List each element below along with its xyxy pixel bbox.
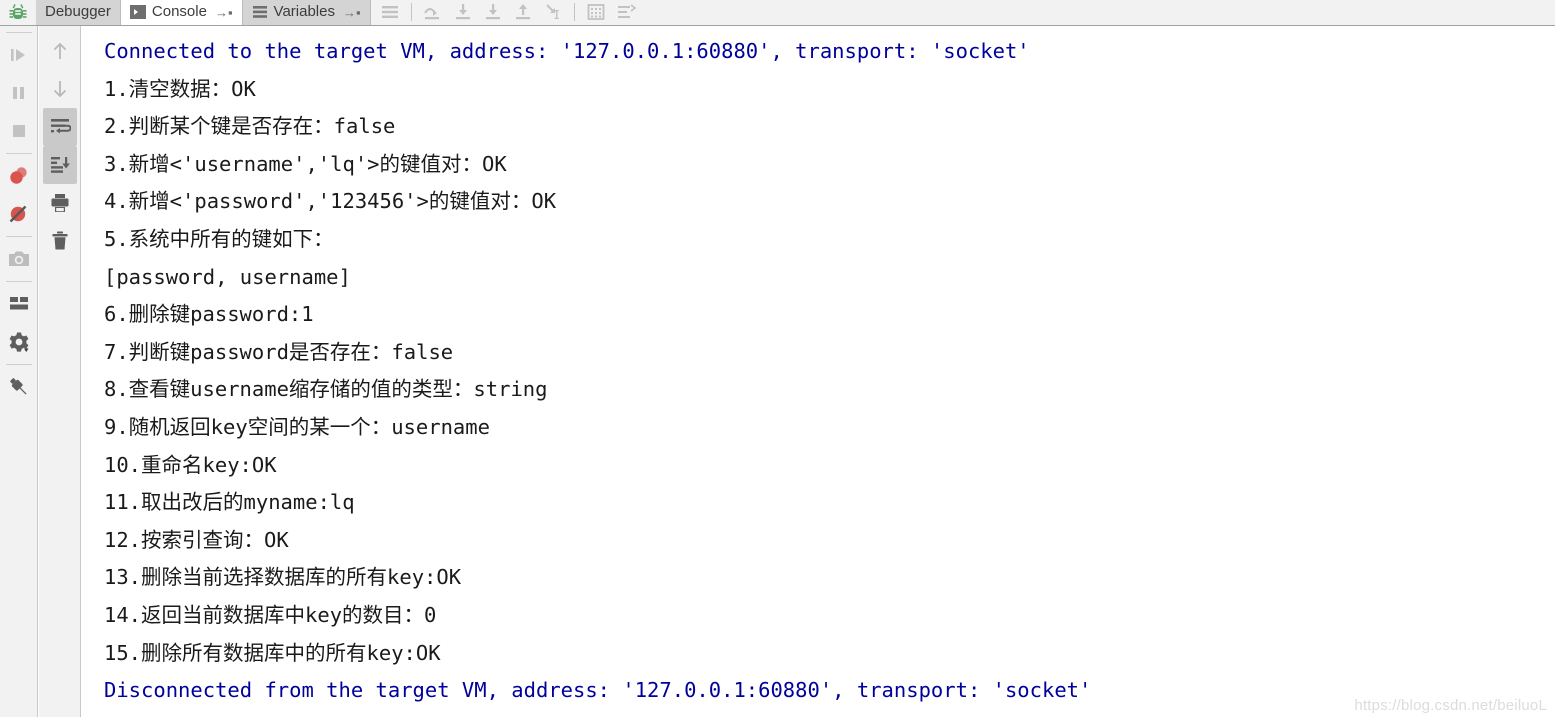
console-line: 5.系统中所有的键如下： (104, 226, 334, 251)
step-out-icon[interactable] (508, 0, 538, 25)
clear-all-button[interactable] (43, 222, 77, 260)
rail-divider-0 (5, 32, 32, 33)
soft-wrap-button[interactable] (42, 108, 77, 146)
rail-divider-4 (5, 364, 32, 365)
tab-variables[interactable]: Variables →▪ (242, 0, 371, 25)
tab-debugger[interactable]: Debugger (36, 0, 121, 25)
calculator-icon[interactable] (581, 0, 611, 25)
debugger-console-window: Debugger Console →▪ Variables →▪ Connect… (0, 0, 1555, 717)
console-line: 4.新增<'password','123456'>的键值对：OK (104, 189, 557, 214)
rail-divider-3 (5, 281, 32, 282)
force-step-into-icon[interactable] (478, 0, 508, 25)
tab-bar: Debugger Console →▪ Variables →▪ (0, 0, 1555, 26)
debugger-left-toolbar (0, 26, 38, 717)
console-output-panel[interactable]: Connected to the target VM, address: '12… (84, 27, 1555, 717)
console-line: 10.重命名key:OK (104, 452, 277, 477)
get-thread-dump-button[interactable] (2, 240, 36, 278)
tab-variables-pin-icon[interactable]: →▪ (343, 5, 361, 20)
console-line: Disconnected from the target VM, address… (104, 678, 1092, 703)
tab-variables-label: Variables (273, 3, 335, 20)
debugger-toolbar (374, 0, 1555, 25)
console-line: 12.按索引查询：OK (104, 527, 289, 552)
step-into-icon[interactable] (448, 0, 478, 25)
restore-layout-button[interactable] (2, 285, 36, 323)
bug-icon (0, 0, 36, 25)
rail-divider-2 (5, 236, 32, 237)
console-line: 3.新增<'username','lq'>的键值对：OK (104, 151, 507, 176)
toolbar-divider (410, 3, 412, 21)
mute-breakpoints-button[interactable] (2, 195, 36, 233)
console-line: 2.判断某个键是否存在：false (104, 114, 396, 139)
print-button[interactable] (43, 184, 77, 222)
tab-debugger-label: Debugger (45, 3, 111, 20)
hamburger-icon[interactable] (375, 0, 405, 25)
up-the-stack-trace-button[interactable] (43, 32, 77, 70)
step-over-icon[interactable] (418, 0, 448, 25)
console-line: 6.删除键password:1 (104, 302, 314, 327)
toolbar-divider-2 (573, 3, 575, 21)
run-to-cursor-icon[interactable] (538, 0, 568, 25)
scroll-to-end-button[interactable] (42, 146, 77, 184)
down-the-stack-trace-button[interactable] (43, 70, 77, 108)
view-breakpoints-button[interactable] (2, 157, 36, 195)
console-line: 11.取出改后的myname:lq (104, 490, 355, 515)
pause-program-button[interactable] (2, 74, 36, 112)
settings-button[interactable] (2, 323, 36, 361)
resume-program-button[interactable] (2, 36, 36, 74)
console-left-toolbar (39, 26, 81, 717)
pin-tab-button[interactable] (2, 368, 36, 406)
stop-button[interactable] (2, 112, 36, 150)
console-line: 15.删除所有数据库中的所有key:OK (104, 640, 441, 665)
variables-icon (252, 5, 268, 19)
console-line: 9.随机返回key空间的某一个：username (104, 414, 490, 439)
tab-console[interactable]: Console →▪ (120, 0, 243, 25)
console-line: 7.判断键password是否存在：false (104, 339, 454, 364)
console-line: Connected to the target VM, address: '12… (104, 39, 1030, 63)
rail-divider-1 (5, 153, 32, 154)
console-lines: Connected to the target VM, address: '12… (84, 27, 1555, 710)
console-line: 8.查看键username缩存储的值的类型：string (104, 377, 548, 402)
watermark: https://blog.csdn.net/beiluoL (1354, 697, 1547, 714)
console-line: 14.返回当前数据库中key的数目：0 (104, 602, 437, 627)
sort-icon[interactable] (611, 0, 641, 25)
tab-console-label: Console (151, 3, 207, 20)
console-line: 13.删除当前选择数据库的所有key:OK (104, 565, 462, 590)
console-icon (129, 5, 146, 19)
tab-console-pin-icon[interactable]: →▪ (215, 5, 233, 20)
console-line: 1.清空数据：OK (104, 76, 256, 101)
console-line: [password, username] (104, 264, 351, 289)
